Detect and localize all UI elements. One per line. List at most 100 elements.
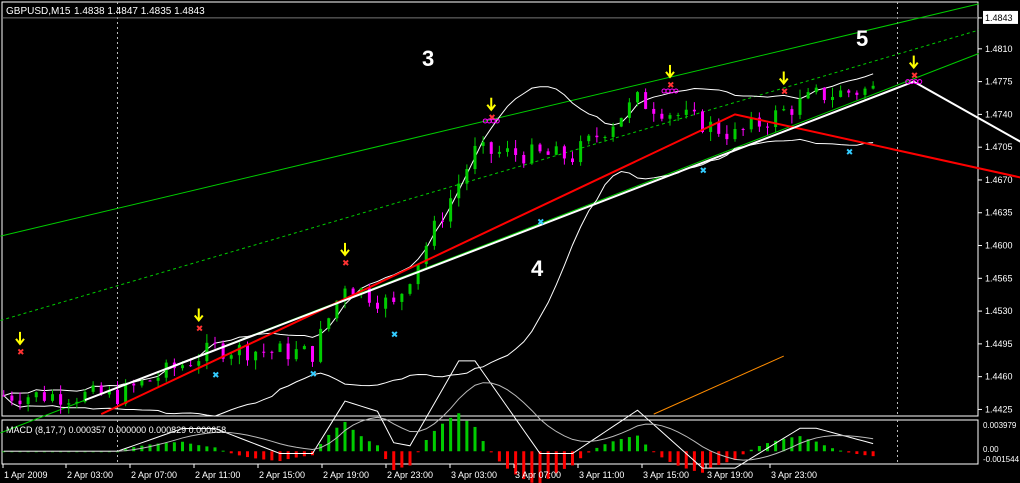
candle-body bbox=[327, 318, 331, 329]
candle-body bbox=[148, 380, 152, 382]
candle-body bbox=[270, 351, 274, 353]
candle-body bbox=[10, 395, 14, 401]
macd-bar bbox=[262, 451, 266, 460]
candle-body bbox=[18, 400, 22, 405]
candle-body bbox=[278, 343, 282, 352]
x-tick-label: 1 Apr 2009 bbox=[4, 470, 48, 480]
buy-star: ✖ bbox=[537, 218, 545, 228]
macd-bar bbox=[181, 441, 184, 452]
sell-star: ✖ bbox=[196, 324, 204, 334]
x-tick-label: 2 Apr 23:00 bbox=[387, 470, 433, 480]
candle-body bbox=[595, 135, 599, 138]
macd-bar bbox=[668, 451, 672, 462]
current-price-label: 1.4843 bbox=[985, 13, 1013, 23]
x-tick-label: 3 Apr 11:00 bbox=[579, 470, 624, 480]
macd-bar bbox=[213, 447, 217, 452]
candle-body bbox=[262, 351, 266, 353]
macd-bar bbox=[432, 430, 436, 452]
candle-body bbox=[660, 113, 664, 119]
candle-body bbox=[741, 129, 745, 131]
macd-bar bbox=[148, 444, 152, 452]
y-tick-label: 1.4530 bbox=[985, 306, 1013, 316]
sell-star: ✖ bbox=[781, 87, 789, 97]
macd-bar bbox=[847, 451, 851, 453]
macd-bar bbox=[831, 448, 834, 452]
candle-body bbox=[497, 151, 501, 154]
macd-bar bbox=[506, 451, 509, 469]
candle-body bbox=[562, 146, 566, 159]
candle-body bbox=[156, 377, 160, 381]
macd-bar bbox=[782, 438, 786, 452]
buy-star: ✖ bbox=[212, 371, 220, 381]
candle-body bbox=[384, 297, 388, 309]
macd-bar bbox=[595, 447, 599, 452]
candle-body bbox=[619, 117, 623, 127]
macd-bar bbox=[229, 451, 233, 454]
candle-body bbox=[554, 146, 558, 155]
candle-body bbox=[51, 394, 54, 401]
candle-body bbox=[302, 346, 306, 350]
candle-body bbox=[376, 302, 379, 309]
x-tick-label: 2 Apr 03:00 bbox=[67, 470, 113, 480]
candle-body bbox=[457, 183, 461, 199]
macd-y-tick-label: 0.003979 bbox=[983, 421, 1017, 430]
macd-bar bbox=[367, 441, 371, 452]
candle-body bbox=[294, 349, 298, 360]
macd-bar bbox=[481, 441, 485, 452]
buy-star: ✖ bbox=[846, 148, 854, 158]
macd-bar bbox=[627, 437, 631, 452]
candle-body bbox=[822, 87, 826, 101]
candle-body bbox=[67, 403, 71, 405]
macd-bar bbox=[465, 420, 469, 452]
macd-bar bbox=[587, 451, 591, 453]
candle-body bbox=[733, 129, 737, 140]
macd-bar bbox=[749, 449, 753, 452]
candle-body bbox=[790, 109, 794, 115]
candle-body bbox=[839, 90, 843, 97]
x-tick-label: 2 Apr 07:00 bbox=[131, 470, 177, 480]
candle-body bbox=[587, 135, 591, 142]
candle-body bbox=[213, 342, 217, 344]
sell-star: ✖ bbox=[17, 348, 25, 358]
y-tick-label: 1.4565 bbox=[985, 273, 1013, 283]
candle-body bbox=[140, 380, 144, 386]
candle-body bbox=[392, 297, 396, 302]
macd-bar bbox=[790, 437, 794, 452]
y-tick-label: 1.4705 bbox=[985, 142, 1013, 152]
candle-body bbox=[473, 145, 477, 170]
y-tick-label: 1.4600 bbox=[985, 241, 1013, 251]
macd-bar bbox=[294, 451, 298, 458]
candle-body bbox=[59, 394, 63, 405]
macd-bar bbox=[636, 435, 639, 452]
macd-y-tick-label: 0.00 bbox=[983, 445, 999, 454]
candle-body bbox=[181, 365, 184, 369]
macd-bar bbox=[619, 438, 623, 452]
candle-body bbox=[814, 87, 818, 93]
candle-body bbox=[42, 392, 46, 401]
x-tick-label: 3 Apr 15:00 bbox=[643, 470, 689, 480]
macd-bar bbox=[701, 451, 704, 473]
macd-bar bbox=[441, 423, 444, 452]
macd-bar bbox=[489, 451, 493, 453]
macd-bar bbox=[814, 441, 818, 452]
macd-y-tick-label: -0.001544 bbox=[983, 455, 1020, 464]
macd-bar bbox=[644, 444, 648, 452]
candle-body bbox=[603, 136, 607, 138]
macd-bar bbox=[335, 427, 339, 452]
candle-body bbox=[116, 389, 119, 405]
candle-body bbox=[806, 92, 810, 99]
candle-body bbox=[311, 346, 314, 362]
candle-body bbox=[400, 293, 404, 302]
x-tick-label: 3 Apr 19:00 bbox=[707, 470, 753, 480]
x-tick-label: 2 Apr 19:00 bbox=[323, 470, 369, 480]
macd-bar bbox=[205, 446, 209, 452]
macd-bar bbox=[416, 451, 420, 453]
candle-body bbox=[571, 158, 574, 163]
buy-star: ✖ bbox=[700, 167, 708, 177]
macd-bar bbox=[424, 439, 428, 452]
macd-bar bbox=[611, 441, 615, 452]
candle-body bbox=[286, 343, 290, 360]
wave-label-3: 3 bbox=[422, 46, 434, 71]
macd-bar bbox=[709, 451, 713, 469]
candle-body bbox=[2, 395, 6, 397]
